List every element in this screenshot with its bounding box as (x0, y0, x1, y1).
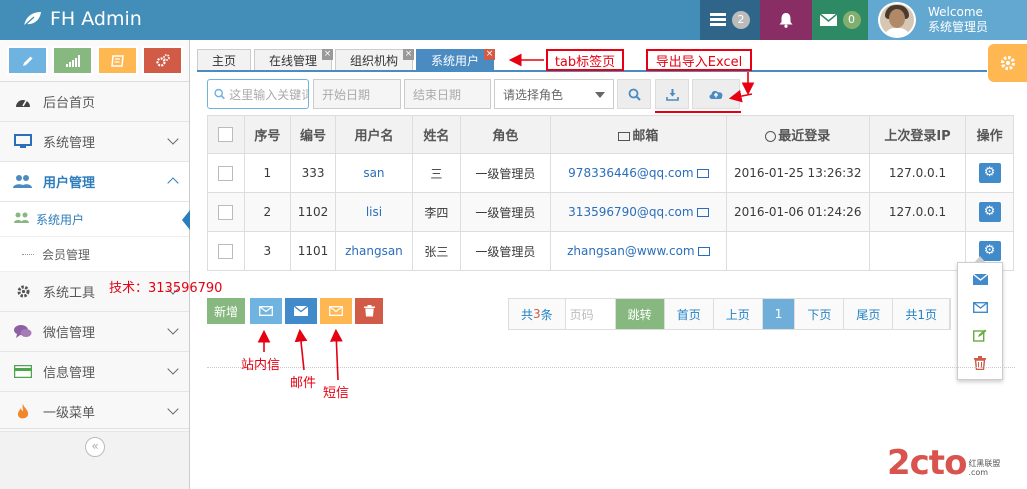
watermark-sub1: 红黑联盟 (968, 459, 1001, 468)
watermark-main: 2cto (887, 443, 967, 483)
watermark-sub: 红黑联盟 .com (968, 459, 1000, 477)
watermark-logo: 2cto 红黑联盟 .com (887, 443, 1000, 483)
watermark-sub2: .com (968, 468, 989, 477)
annotation-arrows (257, 53, 755, 381)
